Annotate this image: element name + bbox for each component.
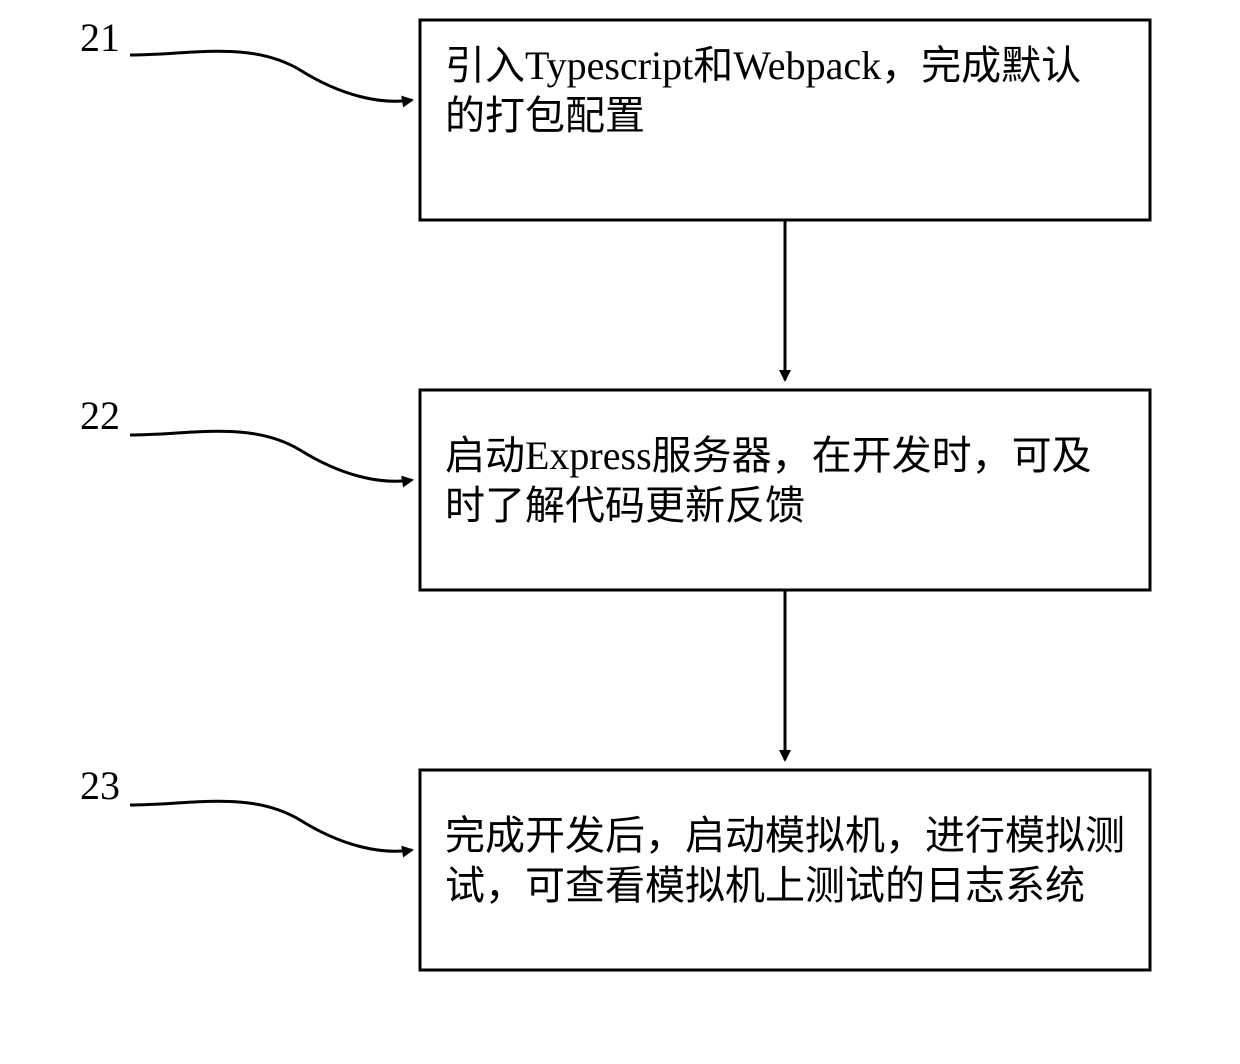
step-label-23: 23 [80,763,120,808]
step-22-line1: 启动Express服务器，在开发时，可及 [445,433,1092,478]
step-21-line1: 引入Typescript和Webpack，完成默认 [445,43,1081,88]
step-22-line2: 时了解代码更新反馈 [445,483,805,528]
connector-21 [130,51,412,101]
step-23-line1: 完成开发后，启动模拟机，进行模拟测 [445,813,1125,858]
step-label-22: 22 [80,393,120,438]
step-21-line2: 的打包配置 [445,93,645,138]
step-label-21: 21 [80,15,120,60]
connector-22 [130,431,412,481]
flowchart: 引入Typescript和Webpack，完成默认 的打包配置 启动Expres… [0,0,1240,1064]
connector-23 [130,801,412,851]
step-23-line2: 试，可查看模拟机上测试的日志系统 [445,863,1085,908]
